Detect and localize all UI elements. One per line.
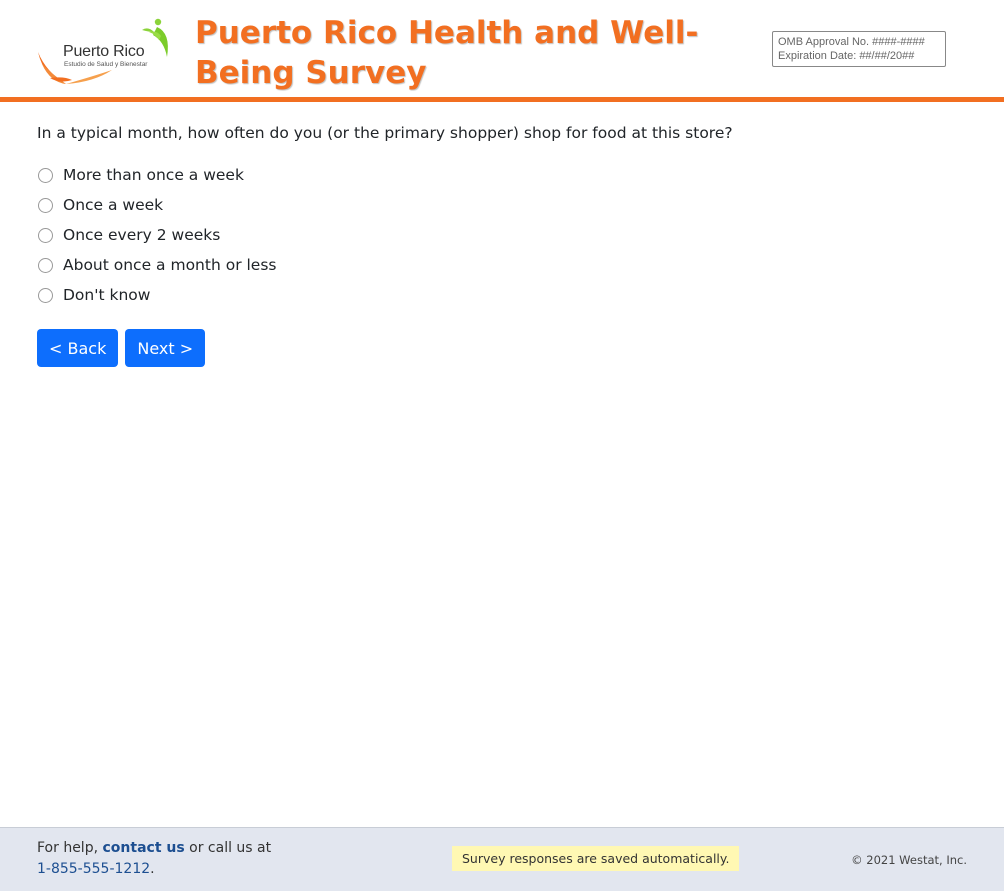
logo-subtitle: Estudio de Salud y Bienestar <box>64 61 148 68</box>
autosave-notice: Survey responses are saved automatically… <box>452 846 740 871</box>
option-once-a-week[interactable]: Once a week <box>38 190 276 220</box>
navigation-buttons: < Back Next > <box>37 329 212 367</box>
copyright-notice: © 2021 Westat, Inc. <box>851 853 967 867</box>
radio-button[interactable] <box>38 257 53 273</box>
option-label: Once a week <box>63 196 164 214</box>
option-label: About once a month or less <box>63 256 277 274</box>
option-label: Don't know <box>63 286 151 304</box>
radio-button[interactable] <box>38 227 53 243</box>
omb-expiration-date: Expiration Date: ##/##/20## <box>778 50 915 62</box>
option-dont-know[interactable]: Don't know <box>38 280 276 310</box>
radio-button[interactable] <box>38 167 53 183</box>
option-once-every-2-weeks[interactable]: Once every 2 weeks <box>38 220 276 250</box>
help-prefix: For help, <box>37 840 99 856</box>
help-text: For help, contact us or call us at 1-855… <box>37 838 271 880</box>
survey-page: Puerto Rico Estudio de Salud y Bienestar… <box>0 0 1004 891</box>
puerto-rico-logo: Puerto Rico Estudio de Salud y Bienestar <box>36 18 172 88</box>
back-button[interactable]: < Back <box>37 329 119 367</box>
help-mid: or call us at <box>189 840 272 856</box>
contact-us-link[interactable]: contact us <box>103 840 185 856</box>
option-more-than-once-a-week[interactable]: More than once a week <box>38 160 276 190</box>
next-button[interactable]: Next > <box>125 329 206 367</box>
option-label: More than once a week <box>63 166 244 184</box>
answer-options: More than once a week Once a week Once e… <box>38 160 276 310</box>
option-label: Once every 2 weeks <box>63 226 221 244</box>
page-header: Puerto Rico Estudio de Salud y Bienestar… <box>0 0 1004 102</box>
question-text: In a typical month, how often do you (or… <box>37 124 733 142</box>
logo-name: Puerto Rico <box>63 43 145 60</box>
radio-button[interactable] <box>38 197 53 213</box>
page-title: Puerto Rico Health and Well-Being Survey <box>195 15 699 91</box>
omb-approval-number: OMB Approval No. ####-#### <box>778 36 925 48</box>
option-about-once-a-month-or-less[interactable]: About once a month or less <box>38 250 276 280</box>
omb-info-box: OMB Approval No. ####-#### Expiration Da… <box>772 31 946 67</box>
page-footer: For help, contact us or call us at 1-855… <box>0 827 1004 891</box>
radio-button[interactable] <box>38 287 53 303</box>
help-suffix: . <box>150 861 155 877</box>
phone-link[interactable]: 1-855-555-1212 <box>37 861 150 877</box>
